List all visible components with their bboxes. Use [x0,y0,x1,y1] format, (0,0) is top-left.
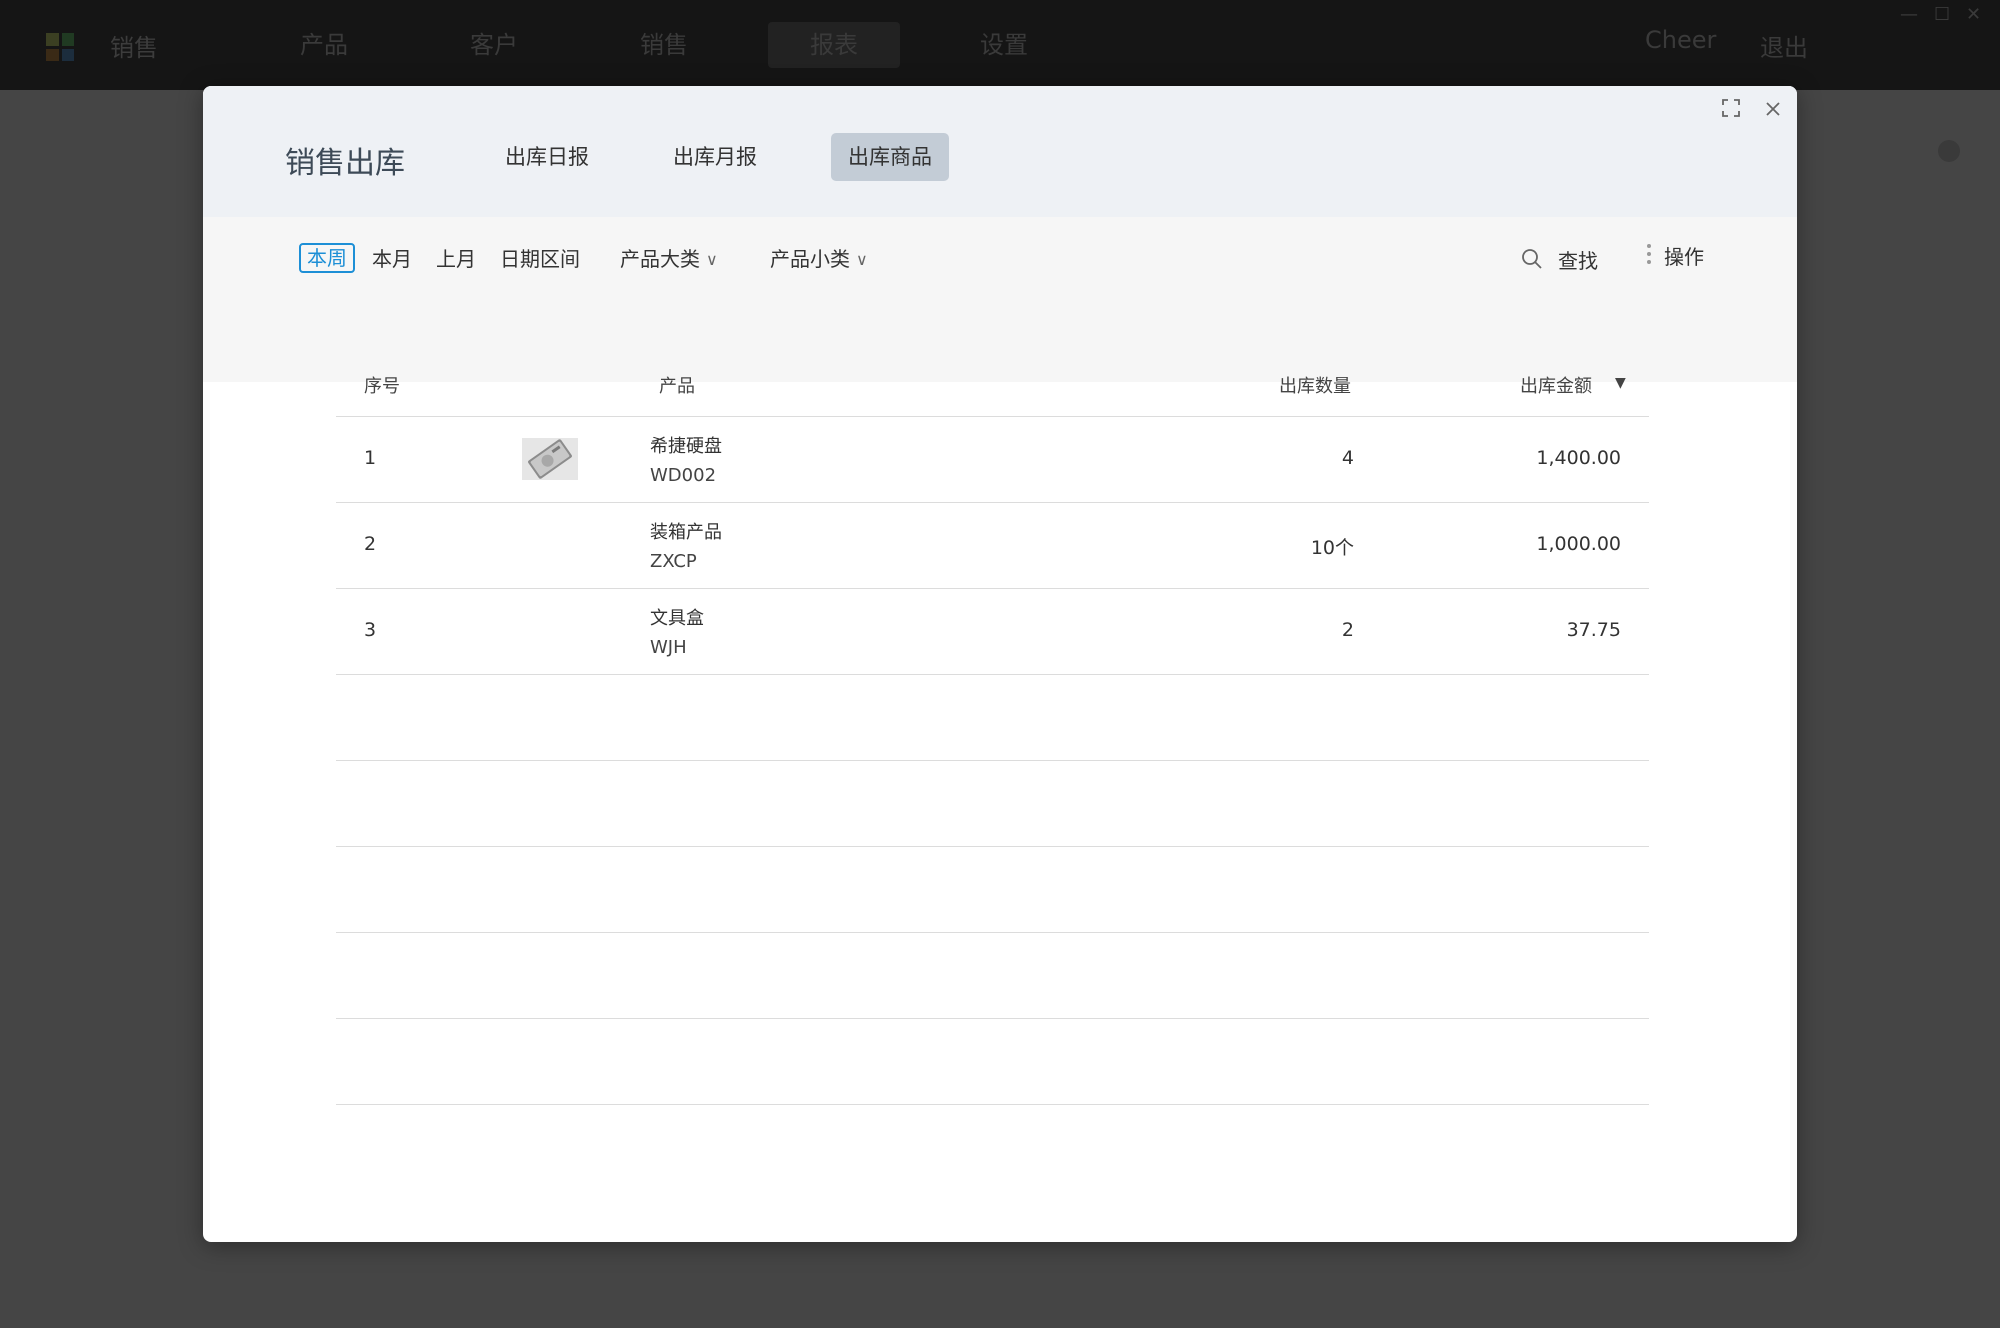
fullscreen-icon[interactable] [1717,98,1745,126]
product-name: 希捷硬盘 [650,436,722,457]
row-divider [336,932,1649,933]
product-name: 文具盒 [650,608,704,629]
filter-last-month[interactable]: 上月 [436,245,476,273]
nav-reports[interactable]: 报表 [768,22,900,68]
modal-close-icon[interactable] [1759,98,1787,126]
table-header: 序号 产品 出库数量 出库金额 ▼ [336,355,1649,415]
row-divider [336,1104,1649,1105]
outbound-quantity: 2 [1341,619,1354,641]
nav-settings[interactable]: 设置 [964,22,1044,68]
product-code: WD002 [650,465,717,486]
filter-category-dropdown[interactable]: 产品大类 ∨ [620,245,718,275]
row-divider [336,674,1649,675]
chevron-down-icon: ∨ [856,250,868,269]
filter-this-month[interactable]: 本月 [372,245,412,273]
outbound-quantity: 10个 [1310,537,1354,559]
modal-title: 销售出库 [285,146,405,181]
hard-drive-icon [522,438,578,480]
product-code: ZXCP [650,551,697,572]
chevron-down-icon: ∨ [706,250,718,269]
column-header-amount[interactable]: 出库金额 [1520,372,1592,398]
logout-link[interactable]: 退出 [1760,28,1808,63]
filter-this-week[interactable]: 本周 [299,243,355,273]
nav-sales[interactable]: 销售 [624,22,704,68]
tab-outbound-products[interactable]: 出库商品 [831,133,949,181]
table-row[interactable]: 1 希捷硬盘 WD002 4 1,400.00 [336,417,1649,502]
product-thumbnail [522,438,578,480]
nav-products[interactable]: 产品 [284,22,364,68]
column-header-product[interactable]: 产品 [659,372,695,398]
filter-subcategory-dropdown[interactable]: 产品小类 ∨ [770,245,868,275]
row-divider [336,760,1649,761]
column-header-index: 序号 [364,376,400,397]
row-index: 2 [364,533,377,555]
actions-label: 操作 [1664,245,1704,269]
outbound-quantity: 4 [1341,447,1354,469]
table-row[interactable]: 2 装箱产品 ZXCP 10个 1,000.00 [336,503,1649,588]
background-status-dot [1938,140,1960,162]
minimize-icon[interactable]: — [1900,4,1918,25]
outbound-amount: 1,000.00 [1536,533,1621,555]
search-label: 查找 [1558,249,1598,273]
row-index: 3 [364,619,377,641]
column-header-quantity[interactable]: 出库数量 [1279,372,1351,398]
row-index: 1 [364,447,377,469]
outbound-amount: 1,400.00 [1536,447,1621,469]
product-name: 装箱产品 [650,522,722,543]
table-row[interactable]: 3 文具盒 WJH 2 37.75 [336,589,1649,674]
tab-monthly-report[interactable]: 出库月报 [665,133,765,181]
row-divider [336,1018,1649,1019]
user-name[interactable]: Cheer [1645,26,1716,54]
app-logo-icon [46,33,74,61]
sort-desc-icon[interactable]: ▼ [1615,375,1626,391]
nav-customers[interactable]: 客户 [454,22,534,68]
modal-header: 销售出库 出库日报 出库月报 出库商品 [203,86,1797,217]
search-icon [1522,249,1542,269]
app-name: 销售 [110,34,158,62]
more-vertical-icon [1646,244,1652,266]
maximize-icon[interactable]: ☐ [1934,4,1950,25]
filter-category-label: 产品大类 [620,247,700,271]
product-code: WJH [650,637,687,658]
outbound-amount: 37.75 [1566,619,1621,641]
row-divider [336,846,1649,847]
app-topbar: 销售 产品 客户 销售 报表 设置 Cheer 退出 — ☐ ✕ [0,0,2000,90]
filter-subcategory-label: 产品小类 [770,247,850,271]
filter-date-range[interactable]: 日期区间 [500,245,580,273]
tab-daily-report[interactable]: 出库日报 [497,133,597,181]
window-close-icon[interactable]: ✕ [1966,4,1981,25]
